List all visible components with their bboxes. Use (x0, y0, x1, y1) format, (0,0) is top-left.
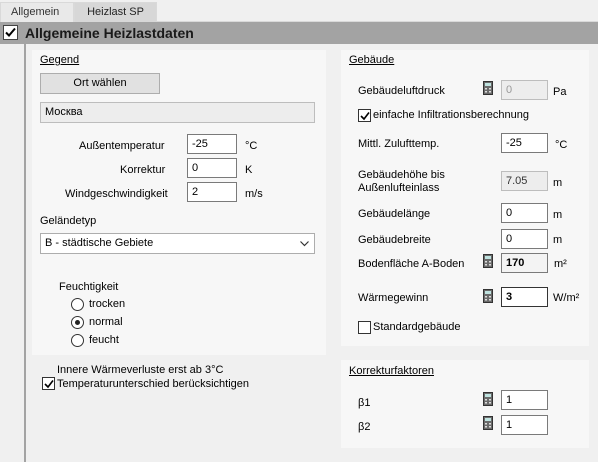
bodenflaeche-label: Bodenfläche A-Boden (358, 258, 465, 270)
checkmark-icon (44, 380, 54, 389)
korrekturfaktoren-title: Korrekturfaktoren (349, 365, 434, 377)
luftdruck-label: Gebäudeluftdruck (358, 85, 445, 97)
tab-heizlast-sp[interactable]: Heizlast SP (74, 2, 157, 22)
radio-trocken-label: trocken (89, 298, 126, 310)
luftdruck-unit: Pa (553, 86, 567, 98)
infiltration-label: einfache Infiltrationsberechnung (373, 109, 529, 121)
calculator-icon[interactable] (483, 392, 493, 406)
laenge-label: Gebäudelänge (358, 208, 431, 220)
innere-label-line1: Innere Wärmeverluste erst ab 3°C (57, 364, 224, 376)
zuluft-input[interactable]: -25 (501, 133, 548, 153)
checkmark-icon (360, 112, 370, 121)
radio-normal-label: normal (89, 316, 123, 328)
hoehe-unit: m (553, 177, 563, 189)
aussentemp-input[interactable]: -25 (187, 134, 237, 154)
beta2-input[interactable]: 1 (501, 415, 548, 435)
section-title: Allgemeine Heizlastdaten (25, 25, 194, 41)
bodenflaeche-input[interactable]: 170 (501, 253, 548, 273)
beta1-input[interactable]: 1 (501, 390, 548, 410)
zuluft-label: Mittl. Zulufttemp. (358, 138, 440, 150)
breite-unit: m (553, 234, 563, 246)
checkmark-icon (5, 27, 16, 37)
calculator-icon[interactable] (483, 416, 493, 430)
radio-trocken[interactable] (71, 298, 84, 311)
beta1-label: β1 (358, 397, 371, 409)
beta2-label: β2 (358, 421, 371, 433)
luftdruck-input[interactable]: 0 (501, 80, 548, 100)
breite-input[interactable]: 0 (501, 229, 548, 249)
innere-waerme-checkbox[interactable] (42, 377, 55, 390)
zuluft-unit: °C (555, 139, 568, 151)
waermegewinn-label: Wärmegewinn (358, 292, 429, 304)
gegend-title: Gegend (40, 54, 80, 66)
laenge-unit: m (553, 209, 563, 221)
feuchtigkeit-label: Feuchtigkeit (59, 281, 119, 293)
gebaeude-title: Gebäude (349, 54, 395, 66)
hoehe-label-line2: Außenlufteinlass (358, 182, 440, 194)
korrektur-unit: K (245, 164, 253, 176)
bodenflaeche-unit: m² (554, 258, 567, 270)
wind-label: Windgeschwindigkeit (65, 188, 168, 200)
section-header: Allgemeine Heizlastdaten (0, 22, 598, 44)
calculator-icon[interactable] (483, 81, 493, 95)
korrektur-label: Korrektur (120, 164, 166, 176)
ort-field[interactable]: Москва (40, 102, 315, 123)
chevron-down-icon (300, 241, 309, 247)
wind-input[interactable]: 2 (187, 182, 237, 202)
wind-unit: m/s (245, 188, 263, 200)
tab-allgemein[interactable]: Allgemein (0, 2, 74, 22)
waermegewinn-input[interactable]: 3 (501, 287, 548, 307)
section-rail (24, 44, 26, 462)
breite-label: Gebäudebreite (358, 234, 431, 246)
aussentemp-label: Außentemperatur (79, 140, 165, 152)
gelaendetyp-value: B - städtische Gebiete (45, 237, 154, 249)
ort-waehlen-button[interactable]: Ort wählen (40, 73, 160, 94)
gelaendetyp-select[interactable]: B - städtische Gebiete (40, 233, 315, 254)
laenge-input[interactable]: 0 (501, 203, 548, 223)
gelaendetyp-label: Geländetyp (40, 215, 97, 227)
hoehe-input[interactable]: 7.05 (501, 171, 548, 191)
aussentemp-unit: °C (245, 140, 258, 152)
hoehe-label-line1: Gebäudehöhe bis (358, 169, 445, 181)
standardgebaeude-checkbox[interactable] (358, 321, 371, 334)
infiltration-checkbox[interactable] (358, 109, 371, 122)
calculator-icon[interactable] (483, 289, 493, 303)
radio-normal[interactable] (71, 316, 84, 329)
radio-feucht[interactable] (71, 334, 84, 347)
radio-feucht-label: feucht (89, 334, 119, 346)
waermegewinn-unit: W/m² (553, 292, 580, 304)
standardgebaeude-label: Standardgebäude (373, 321, 461, 333)
korrektur-input[interactable]: 0 (187, 158, 237, 178)
section-checkbox[interactable] (3, 25, 18, 40)
innere-label-line2: Temperaturunterschied berücksichtigen (57, 378, 249, 390)
calculator-icon[interactable] (483, 254, 493, 268)
